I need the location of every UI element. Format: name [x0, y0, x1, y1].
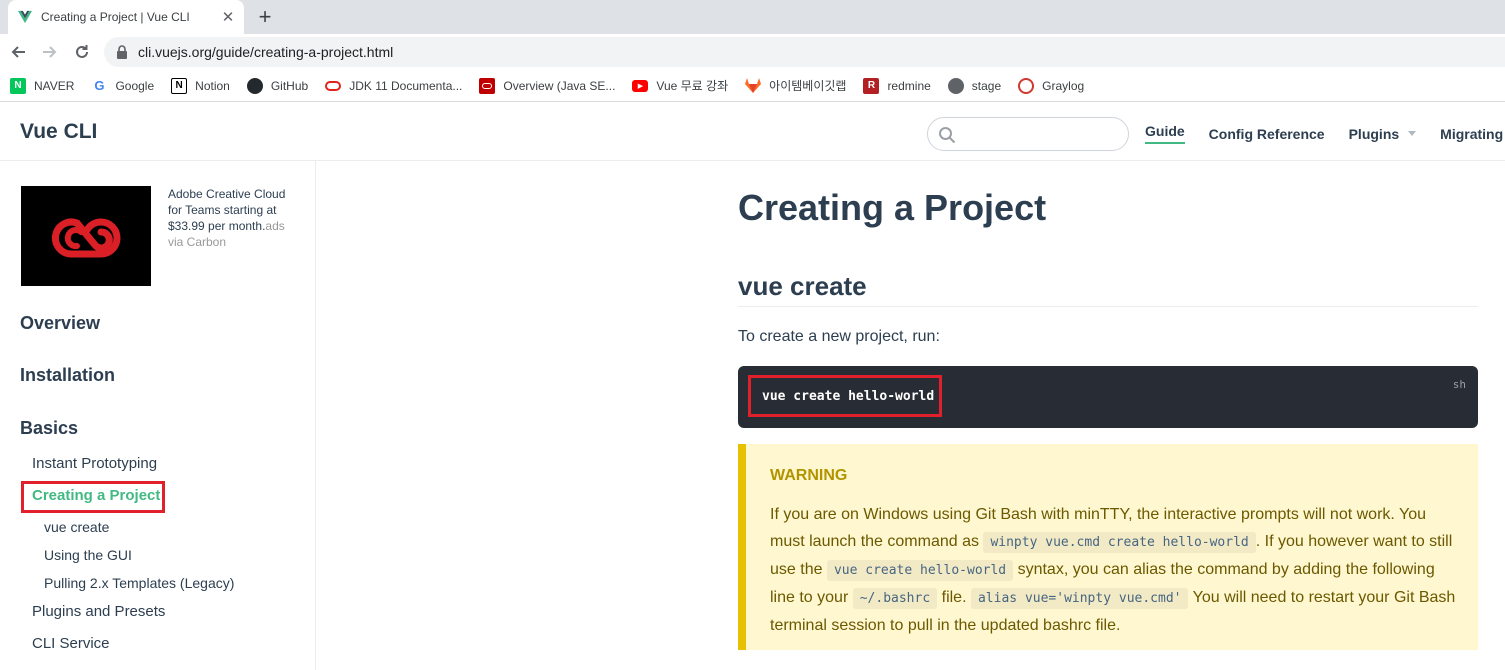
bookmark-label: stage: [971, 78, 1002, 93]
nav-links: Guide Config Reference Plugins Migrating…: [1145, 123, 1505, 144]
warning-body: If you are on Windows using Git Bash wit…: [770, 501, 1460, 639]
inline-code: ~/.bashrc: [852, 588, 938, 609]
code-block: sh vue create hello-world: [738, 366, 1478, 428]
bookmark-gitlab[interactable]: 아이템베이깃랩: [745, 77, 846, 94]
browser-tab-strip: Creating a Project | Vue CLI ✕ +: [0, 0, 1505, 34]
forward-arrow-icon[interactable]: [38, 40, 62, 64]
bookmark-label: Overview (Java SE...: [503, 78, 616, 93]
bookmark-label: GitHub: [270, 78, 309, 93]
address-bar[interactable]: cli.vuejs.org/guide/creating-a-project.h…: [104, 37, 1505, 67]
bookmark-label: NAVER: [34, 78, 75, 93]
adobe-creative-cloud-icon: [52, 218, 121, 258]
sidebar-section-installation[interactable]: Installation: [20, 365, 115, 386]
lock-icon: [117, 45, 127, 59]
code-command[interactable]: vue create hello-world: [762, 389, 934, 404]
adobe-cc-ad-image[interactable]: [21, 186, 151, 286]
sidebar-subitem-vue-create[interactable]: vue create: [44, 519, 109, 535]
bookmark-vue-course[interactable]: ▶ Vue 무료 강좌: [632, 77, 728, 94]
browser-toolbar: cli.vuejs.org/guide/creating-a-project.h…: [0, 34, 1505, 70]
browser-tab[interactable]: Creating a Project | Vue CLI ✕: [8, 0, 244, 34]
bookmark-notion[interactable]: N Notion: [171, 77, 230, 94]
bookmark-label: Notion: [195, 78, 230, 93]
search-icon: [939, 127, 956, 144]
close-tab-icon[interactable]: ✕: [216, 5, 240, 29]
page-title: Creating a Project: [738, 187, 1047, 228]
bookmark-github[interactable]: GitHub: [246, 77, 309, 94]
code-language-label: sh: [1452, 378, 1466, 391]
nav-migrating[interactable]: Migrating from v3: [1440, 123, 1505, 144]
bookmark-label: Graylog: [1042, 78, 1085, 93]
redmine-icon: R: [863, 77, 880, 94]
new-tab-icon[interactable]: +: [252, 4, 278, 30]
sidebar-section-overview[interactable]: Overview: [20, 313, 100, 334]
youtube-icon: ▶: [632, 79, 649, 92]
inline-code: vue create hello-world: [826, 560, 1014, 581]
site-logo-link[interactable]: Vue CLI: [20, 120, 97, 144]
heading-divider: [738, 306, 1478, 307]
nav-plugins[interactable]: Plugins: [1349, 123, 1417, 144]
warning-callout: WARNING If you are on Windows using Git …: [738, 444, 1478, 650]
sidebar-subitem-using-gui[interactable]: Using the GUI: [44, 547, 132, 563]
oracle-doc-icon: [479, 77, 496, 94]
github-icon: [246, 77, 263, 94]
warning-text: file.: [941, 589, 967, 606]
bookmark-label: JDK 11 Documenta...: [349, 78, 463, 93]
nav-guide[interactable]: Guide: [1145, 123, 1185, 144]
intro-paragraph: To create a new project, run:: [738, 328, 940, 345]
oracle-icon: [325, 80, 342, 91]
sidebar-item-creating-project[interactable]: Creating a Project: [32, 487, 160, 504]
ad-text[interactable]: Adobe Creative Cloud for Teams starting …: [168, 186, 293, 250]
naver-icon: N: [10, 77, 26, 94]
back-arrow-icon[interactable]: [6, 40, 30, 64]
inline-code: winpty vue.cmd create hello-world: [983, 532, 1256, 553]
bookmark-label: redmine: [887, 78, 931, 93]
nav-plugins-label: Plugins: [1348, 125, 1400, 142]
bookmark-label: 아이템베이깃랩: [769, 79, 847, 93]
bookmark-redmine[interactable]: Rredmine: [863, 77, 931, 94]
bookmarks-bar: N NAVER G Google N Notion GitHub JDK 11 Doc…: [0, 70, 1505, 102]
section-heading-vue-create: vue create: [738, 271, 867, 301]
bookmark-label: Vue 무료 강좌: [656, 79, 729, 93]
sidebar-subitem-pulling-templates[interactable]: Pulling 2.x Templates (Legacy): [44, 575, 234, 591]
bookmark-label: Google: [115, 78, 155, 93]
bookmark-jdk[interactable]: JDK 11 Documenta...: [325, 79, 462, 93]
reload-icon[interactable]: [70, 40, 94, 64]
nav-config-reference[interactable]: Config Reference: [1209, 123, 1325, 144]
google-icon: G: [94, 78, 105, 93]
sidebar: Adobe Creative Cloud for Teams starting …: [0, 161, 316, 670]
notion-icon: N: [171, 77, 188, 94]
vue-logo-icon: [18, 10, 32, 24]
bookmark-google[interactable]: G Google: [91, 78, 154, 94]
globe-icon: [947, 77, 964, 94]
tab-title: Creating a Project | Vue CLI: [41, 10, 190, 24]
sidebar-item-plugins-presets[interactable]: Plugins and Presets: [32, 603, 165, 620]
bookmark-stage[interactable]: stage: [947, 77, 1002, 94]
warning-title: WARNING: [770, 467, 848, 484]
bookmark-graylog[interactable]: Graylog: [1018, 77, 1085, 94]
url-text: cli.vuejs.org/guide/creating-a-project.h…: [138, 44, 394, 60]
search-input[interactable]: [927, 117, 1129, 151]
bookmark-java-overview[interactable]: Overview (Java SE...: [479, 77, 616, 94]
chevron-down-icon: [1408, 131, 1417, 136]
sidebar-section-basics[interactable]: Basics: [20, 418, 78, 439]
site-navbar: Vue CLI Guide Config Reference Plugins M…: [0, 103, 1505, 161]
gitlab-icon: [745, 78, 762, 94]
inline-code: alias vue='winpty vue.cmd': [970, 588, 1189, 609]
bookmark-naver[interactable]: N NAVER: [10, 77, 75, 94]
sidebar-item-cli-service[interactable]: CLI Service: [32, 635, 110, 652]
sidebar-item-instant-prototyping[interactable]: Instant Prototyping: [32, 455, 157, 472]
graylog-icon: [1018, 77, 1035, 94]
